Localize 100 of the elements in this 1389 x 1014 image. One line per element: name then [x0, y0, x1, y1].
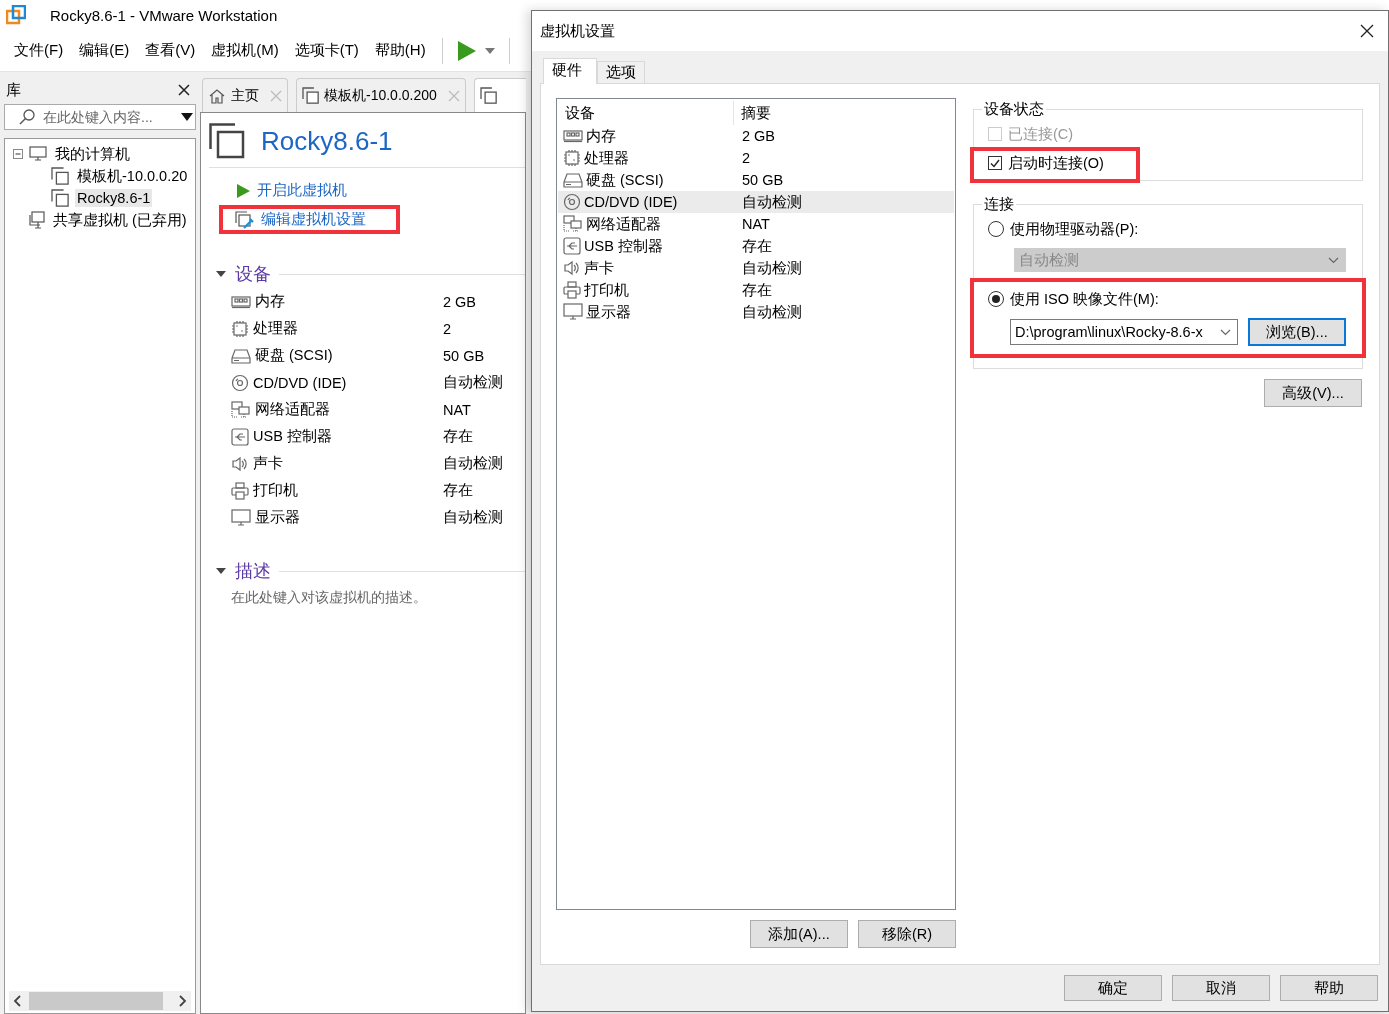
checkmark-icon: [990, 158, 1000, 168]
dropdown-arrow-icon: [181, 113, 193, 121]
play-icon: [235, 182, 251, 199]
device-summary: 2 GB: [741, 128, 777, 144]
scrollbar-thumb[interactable]: [29, 992, 163, 1010]
tab[interactable]: 模板机-10.0.0.200: [296, 78, 466, 112]
dialog-button[interactable]: 帮助: [1280, 975, 1378, 1001]
action-link[interactable]: 编辑虚拟机设置: [261, 210, 366, 229]
dialog-title: 虚拟机设置: [540, 21, 615, 41]
device-summary: 自动检测: [443, 373, 503, 392]
device-row[interactable]: 显示器 自动检测: [558, 301, 954, 323]
checkbox[interactable]: [988, 156, 1002, 170]
device-name: 打印机: [584, 280, 629, 300]
play-icon: [456, 39, 477, 62]
device-name: CD/DVD (IDE): [584, 194, 678, 210]
list-button[interactable]: 移除(R): [858, 920, 956, 948]
radio-button[interactable]: [988, 221, 1004, 237]
vm-icon: [302, 87, 319, 104]
memory-icon: [231, 294, 251, 309]
device-name: 处理器: [584, 148, 629, 168]
tree-item[interactable]: 我的计算机: [53, 143, 132, 165]
device-row[interactable]: USB 控制器 存在: [558, 235, 954, 257]
device-name: 处理器: [253, 319, 298, 338]
panel-title: 库: [6, 80, 21, 100]
shared-computer-icon: [29, 211, 45, 229]
menu-item[interactable]: 选项卡(T): [286, 41, 367, 60]
menu-item[interactable]: 查看(V): [137, 41, 204, 60]
tab[interactable]: 主页: [202, 78, 288, 112]
close-icon: [178, 84, 190, 96]
chevron-down-icon: [1220, 328, 1231, 336]
menu-item[interactable]: 虚拟机(M): [203, 41, 287, 60]
processor-icon: [563, 149, 581, 167]
action-link[interactable]: 开启此虚拟机: [257, 181, 347, 200]
window-title: Rocky8.6-1 - VMware Workstation: [50, 6, 278, 24]
device-name: 硬盘 (SCSI): [586, 170, 664, 190]
horizontal-scrollbar[interactable]: [9, 991, 191, 1011]
checkbox-label[interactable]: 启动时连接(O): [1008, 153, 1104, 173]
device-row[interactable]: 声卡 自动检测: [558, 257, 954, 279]
device-summary: 2: [741, 150, 752, 166]
section-title[interactable]: 描述: [235, 559, 271, 583]
network-icon: [563, 215, 583, 233]
monitor-icon: [563, 303, 583, 321]
vm-icon: [51, 167, 69, 185]
device-summary: 50 GB: [741, 172, 785, 188]
device-summary: 50 GB: [443, 347, 485, 364]
device-summary: 自动检测: [741, 258, 803, 278]
tab[interactable]: [473, 78, 526, 112]
device-row[interactable]: 处理器 2: [558, 147, 954, 169]
search-field[interactable]: 在此处键入内容...: [4, 104, 196, 130]
device-summary: 2 GB: [443, 293, 477, 310]
device-row[interactable]: 网络适配器 NAT: [558, 213, 954, 235]
tree-item[interactable]: 模板机-10.0.0.20: [75, 165, 190, 187]
disc-icon: [563, 193, 581, 211]
chevron-down-icon: [1328, 256, 1339, 264]
device-row[interactable]: 打印机 存在: [558, 279, 954, 301]
menu-item[interactable]: 编辑(E): [71, 41, 138, 60]
section-title[interactable]: 设备: [235, 262, 271, 286]
caret-icon: [484, 47, 495, 54]
device-name: 内存: [255, 292, 285, 311]
device-row[interactable]: CD/DVD (IDE) 自动检测: [558, 191, 954, 213]
computer-icon: [29, 146, 47, 162]
device-row[interactable]: 内存 2 GB: [558, 125, 954, 147]
list-button[interactable]: 添加(A)...: [750, 920, 848, 948]
device-name: 网络适配器: [586, 214, 661, 234]
printer-icon: [563, 281, 581, 299]
collapse-arrow-icon: [215, 270, 227, 278]
tree-item[interactable]: Rocky8.6-1: [75, 189, 153, 207]
browse-button[interactable]: 浏览(B)...: [1248, 318, 1346, 346]
disc-icon: [231, 373, 249, 392]
edit-settings-icon: [235, 210, 255, 229]
device-summary: 自动检测: [741, 192, 803, 212]
menu-item[interactable]: 帮助(H): [366, 41, 434, 60]
scroll-left-icon: [13, 995, 21, 1007]
processor-icon: [231, 319, 249, 338]
device-name: USB 控制器: [584, 236, 663, 256]
menu-item[interactable]: 文件(F): [6, 41, 72, 60]
column-header[interactable]: 摘要: [734, 101, 954, 125]
vm-name: Rocky8.6-1: [261, 125, 393, 157]
device-summary: NAT: [741, 216, 771, 232]
device-summary: 自动检测: [741, 302, 803, 322]
iso-path-field[interactable]: D:\program\linux\Rocky-8.6-x: [1010, 319, 1238, 345]
device-summary: 2: [443, 320, 452, 337]
dialog-button[interactable]: 确定: [1064, 975, 1162, 1001]
radio-label[interactable]: 使用物理驱动器(P):: [1010, 219, 1139, 239]
tab[interactable]: 硬件: [543, 58, 597, 84]
dialog-button[interactable]: 取消: [1172, 975, 1270, 1001]
tree-item[interactable]: 共享虚拟机 (已弃用): [51, 209, 189, 231]
device-name: 显示器: [586, 302, 631, 322]
tab[interactable]: 选项: [597, 61, 645, 83]
network-icon: [231, 400, 251, 419]
device-row[interactable]: 硬盘 (SCSI) 50 GB: [558, 169, 954, 191]
radio-button[interactable]: [988, 291, 1004, 307]
column-header[interactable]: 设备: [558, 101, 734, 125]
scroll-right-icon: [179, 995, 187, 1007]
device-name: 声卡: [584, 258, 614, 278]
search-input[interactable]: 在此处键入内容...: [43, 109, 173, 125]
device-summary: 存在: [443, 427, 473, 446]
advanced-button[interactable]: 高级(V)...: [1264, 379, 1362, 407]
home-icon: [208, 87, 226, 104]
radio-label[interactable]: 使用 ISO 映像文件(M):: [1010, 289, 1159, 309]
